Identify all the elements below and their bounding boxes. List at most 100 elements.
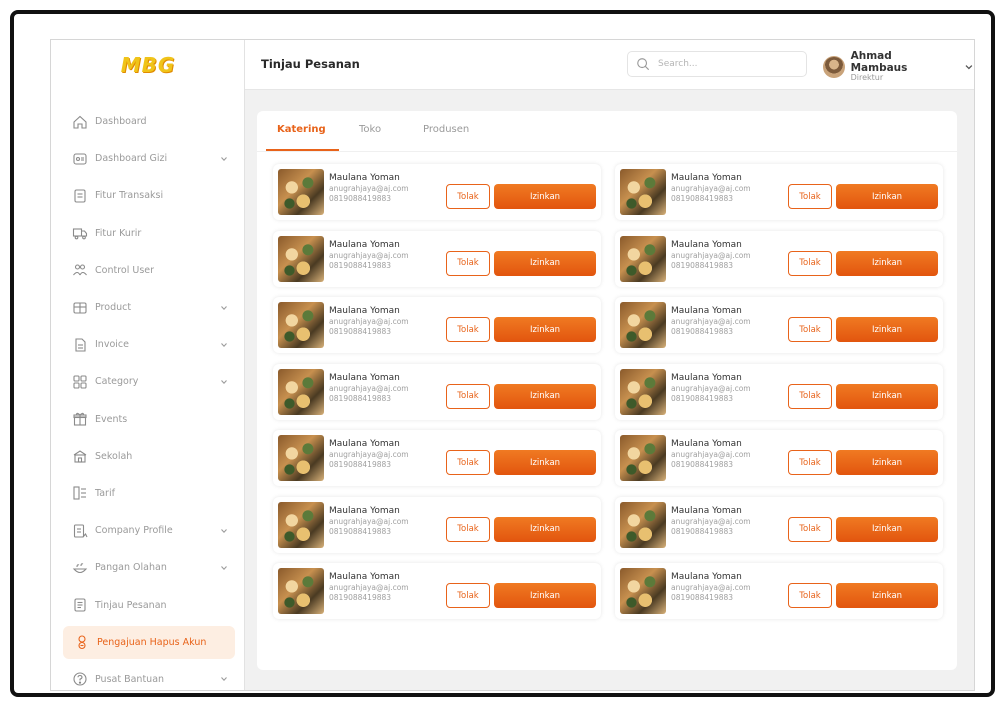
approve-button[interactable]: Izinkan <box>494 516 596 542</box>
sidebar-item-category[interactable]: Category <box>51 363 245 400</box>
chevron-down-icon[interactable] <box>219 674 229 684</box>
requester-name: Maulana Yoman <box>671 505 742 516</box>
catering-thumbnail <box>620 302 666 348</box>
user-menu[interactable]: Ahmad Mambaus Direktur <box>823 50 974 83</box>
sidebar-item-events[interactable]: Events <box>51 401 245 438</box>
catering-thumbnail <box>278 368 324 415</box>
requester-email: anugrahjaya@aj.com <box>329 383 409 393</box>
chevron-down-icon[interactable] <box>219 526 229 536</box>
content-card: Katering Toko Produsen Maulana Yoman anug… <box>257 111 957 670</box>
chevron-down-icon[interactable] <box>219 377 229 387</box>
chevron-down-icon[interactable] <box>219 303 229 313</box>
approve-button[interactable]: Izinkan <box>836 450 938 475</box>
requester-name: Maulana Yoman <box>671 306 742 316</box>
chevron-down-icon[interactable] <box>219 154 229 164</box>
catering-thumbnail <box>278 435 324 481</box>
tab-toko[interactable]: Toko <box>359 124 381 135</box>
approve-button[interactable]: Izinkan <box>836 184 938 209</box>
reject-button[interactable]: Tolak <box>446 450 490 475</box>
approve-button[interactable]: Izinkan <box>494 317 596 342</box>
sidebar-item-label: Events <box>95 413 128 425</box>
catering-thumbnail <box>278 302 324 348</box>
reject-button[interactable]: Tolak <box>446 383 490 409</box>
sidebar-item-dashboard[interactable]: Dashboard <box>51 103 245 140</box>
catering-thumbnail <box>620 169 666 215</box>
requester-email: anugrahjaya@aj.com <box>329 317 409 327</box>
order-info: Maulana Yoman anugrahjaya@aj.com 081908841… <box>329 172 409 204</box>
reject-button[interactable]: Tolak <box>788 516 832 542</box>
approve-button[interactable]: Izinkan <box>836 317 938 342</box>
sidebar-item-sekolah[interactable]: Sekolah <box>51 438 245 475</box>
chevron-down-icon[interactable] <box>219 340 229 350</box>
sidebar-item-company-profile[interactable]: Company Profile <box>51 512 245 549</box>
sidebar-item-tinjau-pesanan[interactable]: Tinjau Pesanan <box>51 586 245 623</box>
reject-button[interactable]: Tolak <box>446 317 490 342</box>
active-tab-indicator <box>266 149 339 151</box>
approve-button[interactable]: Izinkan <box>494 250 596 276</box>
sidebar-item-label: Category <box>95 376 139 388</box>
reject-button[interactable]: Tolak <box>446 516 490 542</box>
sidebar-nav: Dashboard Dashboard Gizi Fitur Transaksi Fi… <box>51 103 245 690</box>
requester-phone: 0819088419883 <box>329 526 392 536</box>
reject-button[interactable]: Tolak <box>788 450 832 475</box>
nutrition-icon <box>71 150 89 168</box>
reject-button[interactable]: Tolak <box>788 383 832 409</box>
search-input[interactable] <box>658 59 798 69</box>
requester-phone: 0819088419883 <box>671 194 734 204</box>
sidebar-item-fitur-kurir[interactable]: Fitur Kurir <box>51 215 245 252</box>
user-name: Ahmad Mambaus <box>850 50 908 74</box>
chevron-down-icon[interactable] <box>964 62 974 72</box>
sidebar-item-control-user[interactable]: Control User <box>51 252 245 289</box>
requester-name: Maulana Yoman <box>329 239 400 250</box>
tab-katering[interactable]: Katering <box>277 124 326 135</box>
sidebar-item-label: Control User <box>95 264 155 276</box>
approve-button[interactable]: Izinkan <box>494 383 596 409</box>
sidebar-item-invoice[interactable]: Invoice <box>51 326 245 363</box>
order-info: Maulana Yoman anugrahjaya@aj.com 081908841… <box>671 239 751 271</box>
order-info: Maulana Yoman anugrahjaya@aj.com 081908841… <box>671 172 751 204</box>
chevron-down-icon[interactable] <box>219 563 229 573</box>
order-card: Maulana Yoman anugrahjaya@aj.com 081908841… <box>273 363 601 420</box>
approve-button[interactable]: Izinkan <box>494 450 596 475</box>
order-grid: Maulana Yoman anugrahjaya@aj.com 081908841… <box>273 164 943 619</box>
avatar[interactable] <box>823 55 845 78</box>
requester-phone: 0819088419883 <box>329 260 392 270</box>
approve-button[interactable]: Izinkan <box>836 516 938 542</box>
requester-email: anugrahjaya@aj.com <box>329 450 409 460</box>
reject-button[interactable]: Tolak <box>788 317 832 342</box>
search-box[interactable] <box>627 51 807 77</box>
order-info: Maulana Yoman anugrahjaya@aj.com 081908841… <box>671 505 751 537</box>
sidebar-item-product[interactable]: Product <box>51 289 245 326</box>
sidebar-item-tarif[interactable]: Tarif <box>51 475 245 512</box>
sidebar-item-dashboard-gizi[interactable]: Dashboard Gizi <box>51 140 245 177</box>
sidebar-item-fitur-transaksi[interactable]: Fitur Transaksi <box>51 177 245 214</box>
reject-button[interactable]: Tolak <box>788 184 832 209</box>
tab-produsen[interactable]: Produsen <box>423 124 469 135</box>
order-info: Maulana Yoman anugrahjaya@aj.com 081908841… <box>329 305 409 337</box>
sidebar-item-pengajuan-hapus-akun[interactable]: Pengajuan Hapus Akun <box>63 625 235 659</box>
requester-phone: 0819088419883 <box>671 526 734 536</box>
approve-button[interactable]: Izinkan <box>494 583 596 608</box>
requester-email: anugrahjaya@aj.com <box>329 250 409 260</box>
sidebar-item-pusat-bantuan[interactable]: Pusat Bantuan <box>51 661 245 690</box>
help-icon <box>71 670 89 688</box>
reject-button[interactable]: Tolak <box>446 583 490 608</box>
reject-button[interactable]: Tolak <box>446 250 490 276</box>
app-logo[interactable]: MBG <box>51 40 245 90</box>
sidebar-item-pangan-olahan[interactable]: Pangan Olahan <box>51 549 245 586</box>
reject-button[interactable]: Tolak <box>788 250 832 276</box>
sidebar-item-label: Pusat Bantuan <box>95 673 165 685</box>
approve-button[interactable]: Izinkan <box>836 583 938 608</box>
approve-button[interactable]: Izinkan <box>836 383 938 409</box>
approve-button[interactable]: Izinkan <box>494 184 596 209</box>
order-card: Maulana Yoman anugrahjaya@aj.com 081908841… <box>615 297 943 353</box>
sidebar-item-label: Pangan Olahan <box>95 562 167 574</box>
reject-button[interactable]: Tolak <box>788 583 832 608</box>
sidebar-item-label: Fitur Kurir <box>95 227 142 239</box>
order-card: Maulana Yoman anugrahjaya@aj.com 081908841… <box>615 496 943 553</box>
approve-button[interactable]: Izinkan <box>836 250 938 276</box>
reject-button[interactable]: Tolak <box>446 184 490 209</box>
users-icon <box>71 261 89 279</box>
home-icon <box>71 113 89 131</box>
requester-name: Maulana Yoman <box>329 372 400 383</box>
